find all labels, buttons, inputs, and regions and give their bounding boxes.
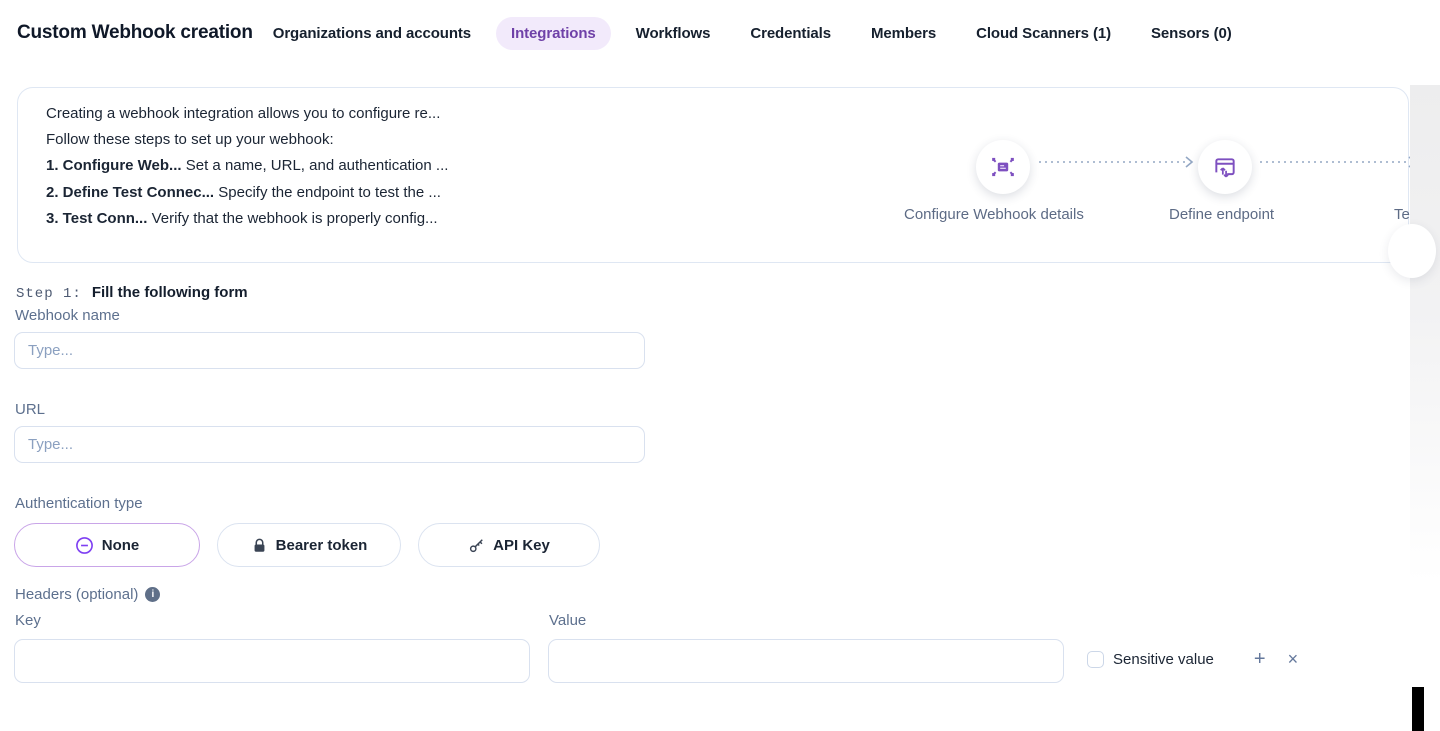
remove-header-button[interactable]: × bbox=[1288, 651, 1299, 668]
header-key-input[interactable] bbox=[14, 639, 530, 683]
intro-panel: Creating a webhook integration allows yo… bbox=[17, 87, 1409, 263]
tab-integrations[interactable]: Integrations bbox=[496, 17, 611, 50]
browser-window-icon bbox=[1212, 154, 1238, 180]
step-prefix: Step 1: bbox=[16, 286, 82, 302]
sensitive-value-row: Sensitive value + × bbox=[1087, 651, 1298, 668]
tab-organizations-and-accounts[interactable]: Organizations and accounts bbox=[273, 25, 471, 42]
intro-line: 2. Define Test Connec... Specify the end… bbox=[46, 180, 448, 206]
info-icon[interactable]: i bbox=[145, 587, 160, 602]
minus-circle-icon bbox=[75, 536, 94, 555]
header-key-label: Key bbox=[15, 612, 41, 629]
add-header-button[interactable]: + bbox=[1254, 651, 1266, 668]
stepper-step2-label: Define endpoint bbox=[1169, 206, 1274, 223]
step-heading: Step 1: Fill the following form bbox=[16, 284, 248, 302]
tab-members[interactable]: Members bbox=[871, 25, 936, 42]
tab-sensors[interactable]: Sensors (0) bbox=[1151, 25, 1232, 42]
page-title: Custom Webhook creation bbox=[17, 22, 253, 44]
sensitive-value-label: Sensitive value bbox=[1113, 651, 1214, 668]
stepper-step1-label: Configure Webhook details bbox=[904, 206, 1084, 223]
auth-none-button[interactable]: None bbox=[14, 523, 200, 567]
webhook-name-input[interactable] bbox=[14, 332, 645, 369]
intro-line: 1. Configure Web... Set a name, URL, and… bbox=[46, 153, 448, 179]
stepper-arrow-2 bbox=[1258, 155, 1420, 169]
tab-cloud-scanners[interactable]: Cloud Scanners (1) bbox=[976, 25, 1111, 42]
tab-credentials[interactable]: Credentials bbox=[750, 25, 831, 42]
right-edge-panel bbox=[1410, 85, 1440, 583]
auth-type-options: None Bearer token API Key bbox=[14, 523, 600, 567]
tab-bar: Organizations and accounts Integrations … bbox=[273, 25, 1232, 42]
header-value-label: Value bbox=[549, 612, 586, 629]
intro-line: Follow these steps to set up your webhoo… bbox=[46, 127, 448, 153]
intro-line: 3. Test Conn... Verify that the webhook … bbox=[46, 206, 448, 232]
url-input[interactable] bbox=[14, 426, 645, 463]
stepper-step3-circle bbox=[1388, 224, 1436, 278]
lock-icon bbox=[251, 537, 268, 554]
auth-bearer-token-button[interactable]: Bearer token bbox=[217, 523, 401, 567]
header: Custom Webhook creation Organizations an… bbox=[17, 22, 1440, 44]
intro-line: Creating a webhook integration allows yo… bbox=[46, 101, 448, 127]
auth-api-key-button[interactable]: API Key bbox=[418, 523, 600, 567]
intro-text: Creating a webhook integration allows yo… bbox=[46, 101, 448, 232]
tab-workflows[interactable]: Workflows bbox=[636, 25, 711, 42]
key-icon bbox=[468, 537, 485, 554]
headers-section-label: Headers (optional) i bbox=[15, 586, 160, 603]
step-title: Fill the following form bbox=[92, 284, 248, 301]
scan-frame-icon bbox=[990, 154, 1016, 180]
stepper-step1-circle bbox=[976, 140, 1030, 194]
text-caret bbox=[1412, 687, 1424, 731]
url-label: URL bbox=[15, 401, 45, 418]
header-value-input[interactable] bbox=[548, 639, 1064, 683]
stepper-arrow-1 bbox=[1037, 155, 1197, 169]
webhook-name-label: Webhook name bbox=[15, 307, 120, 324]
sensitive-value-checkbox[interactable] bbox=[1087, 651, 1104, 668]
auth-type-label: Authentication type bbox=[15, 495, 143, 512]
stepper-step2-circle bbox=[1198, 140, 1252, 194]
